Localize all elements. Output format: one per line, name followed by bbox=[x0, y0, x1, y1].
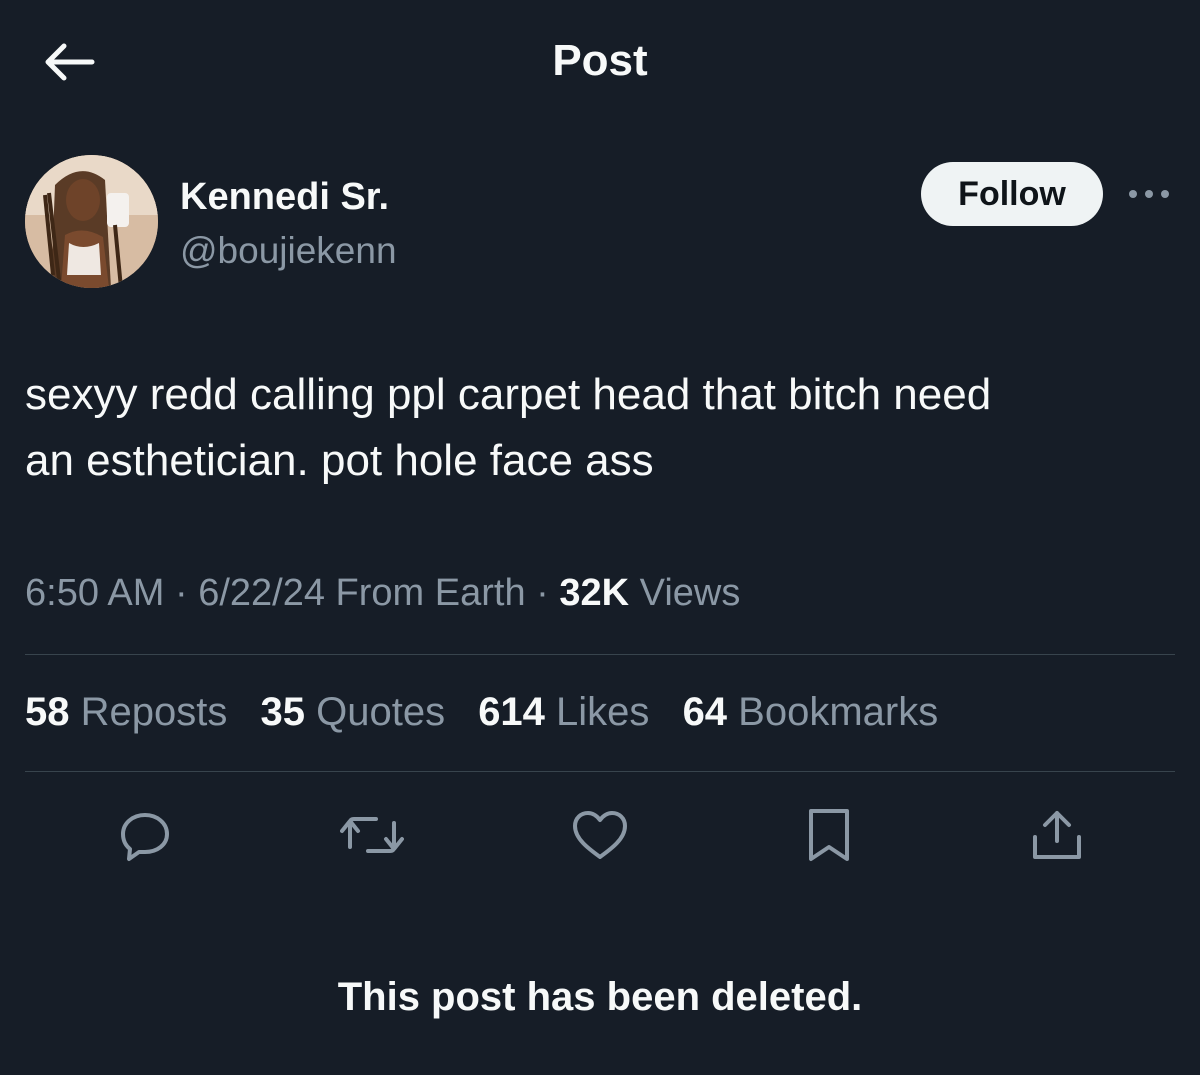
more-horizontal-icon bbox=[1129, 190, 1169, 198]
views-label: Views bbox=[629, 572, 741, 614]
reply-icon bbox=[121, 813, 169, 861]
bookmarks-stat[interactable]: 64 Bookmarks bbox=[683, 690, 939, 734]
tweet-location: From Earth bbox=[325, 572, 526, 614]
tweet-text-line-1: sexyy redd calling ppl carpet head that … bbox=[25, 370, 992, 419]
divider bbox=[25, 654, 1175, 655]
like-button[interactable] bbox=[565, 800, 635, 870]
avatar-photo bbox=[25, 155, 158, 288]
tweet-time[interactable]: 6:50 AM bbox=[25, 572, 164, 614]
display-name[interactable]: Kennedi Sr. bbox=[180, 176, 389, 219]
reposts-count: 58 bbox=[25, 690, 70, 734]
tweet-meta: 6:50 AM · 6/22/24 From Earth · 32K Views bbox=[25, 572, 740, 615]
repost-button[interactable] bbox=[337, 800, 407, 870]
avatar[interactable] bbox=[25, 155, 158, 288]
engagement-stats: 58 Reposts 35 Quotes 614 Likes 64 Bookma… bbox=[25, 690, 960, 735]
quotes-count: 35 bbox=[260, 690, 305, 734]
tweet-text: sexyy redd calling ppl carpet head that … bbox=[25, 362, 1175, 494]
bookmarks-count: 64 bbox=[682, 690, 728, 734]
page-title: Post bbox=[552, 36, 648, 85]
share-icon bbox=[1033, 811, 1081, 859]
more-button[interactable] bbox=[1124, 176, 1174, 212]
post-page: Post Kennedi Sr. @boujiekenn Follow sexy… bbox=[0, 0, 1200, 1075]
meta-separator: · bbox=[525, 572, 560, 614]
tweet-text-line-2: an esthetician. pot hole face ass bbox=[25, 436, 654, 485]
bookmark-icon bbox=[809, 809, 849, 861]
quotes-label: Quotes bbox=[304, 690, 446, 734]
reposts-label: Reposts bbox=[69, 690, 228, 734]
likes-label: Likes bbox=[544, 690, 650, 734]
likes-count: 614 bbox=[478, 690, 545, 734]
like-icon bbox=[573, 811, 627, 859]
likes-stat[interactable]: 614 Likes bbox=[478, 690, 649, 734]
user-handle[interactable]: @boujiekenn bbox=[180, 230, 397, 272]
bookmark-button[interactable] bbox=[794, 800, 864, 870]
follow-button[interactable]: Follow bbox=[921, 162, 1103, 226]
quotes-stat[interactable]: 35 Quotes bbox=[260, 690, 445, 734]
meta-separator: · bbox=[164, 572, 199, 614]
reposts-stat[interactable]: 58 Reposts bbox=[25, 690, 227, 734]
views-count: 32K bbox=[559, 572, 630, 614]
deleted-notice: This post has been deleted. bbox=[337, 975, 863, 1019]
repost-icon bbox=[340, 817, 404, 853]
reply-button[interactable] bbox=[110, 800, 180, 870]
divider bbox=[25, 771, 1175, 772]
bookmarks-label: Bookmarks bbox=[727, 690, 939, 734]
top-bar: Post bbox=[0, 0, 1200, 120]
tweet-date[interactable]: 6/22/24 bbox=[198, 572, 325, 614]
action-bar bbox=[0, 800, 1200, 870]
share-button[interactable] bbox=[1022, 800, 1092, 870]
